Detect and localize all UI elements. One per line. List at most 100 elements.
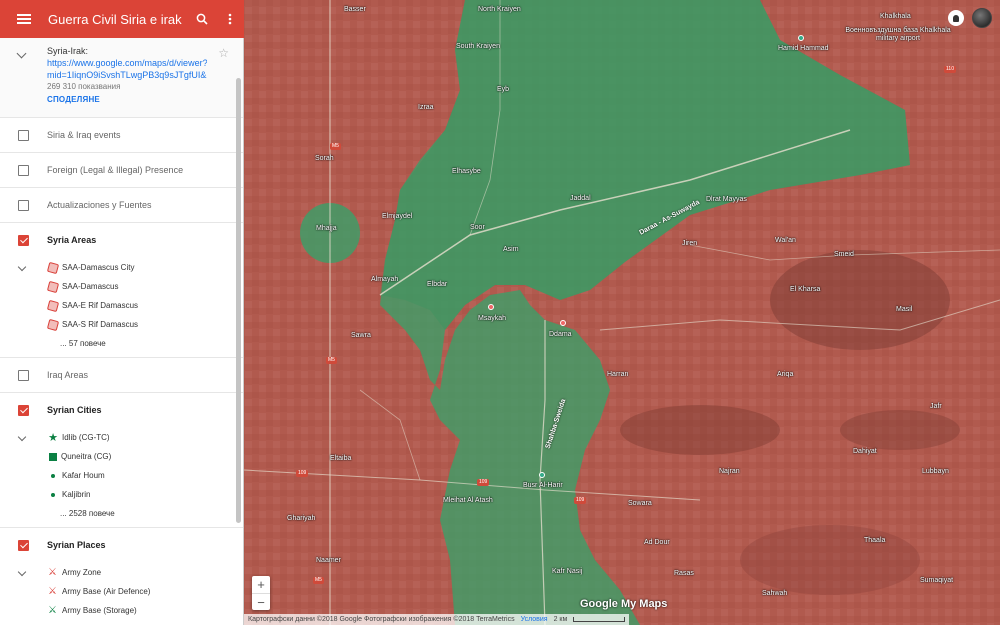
list-item[interactable]: Kaljibrin bbox=[0, 485, 243, 504]
menu-icon[interactable] bbox=[0, 0, 48, 38]
map-label-sumaqiyat: Sumaqiyat bbox=[920, 577, 954, 584]
layer-syrian-cities[interactable]: Syrian Cities bbox=[0, 393, 243, 428]
map-label-thaala: Thaala bbox=[864, 537, 886, 544]
map-label-jaddal: Jaddal bbox=[570, 195, 591, 202]
share-button[interactable]: СПОДЕЛЯНЕ bbox=[47, 95, 243, 104]
list-item[interactable]: SAA-S Rif Damascus bbox=[0, 315, 243, 334]
list-item[interactable]: Kafar Houm bbox=[0, 466, 243, 485]
show-more-link[interactable]: ... 2528 повече bbox=[0, 504, 243, 523]
square-icon bbox=[49, 452, 57, 461]
layer-siria-iraq-events[interactable]: Siria & Iraq events bbox=[0, 118, 243, 153]
zoom-control: + − bbox=[252, 576, 270, 610]
map-label-khalkhala: Khalkhala bbox=[880, 13, 911, 20]
item-label: SAA-S Rif Damascus bbox=[62, 320, 139, 329]
layer-iraq-areas[interactable]: Iraq Areas bbox=[0, 358, 243, 393]
star-icon[interactable]: ☆ bbox=[218, 46, 229, 60]
map-label-mhajja: Mhajja bbox=[316, 225, 337, 232]
list-item[interactable]: ★ Idlib (CG-TC) bbox=[0, 428, 243, 447]
map-label-airport: Военновъздушна база Khalkhala military a… bbox=[845, 27, 951, 42]
list-item[interactable]: ⚔ Army Base (Air Defence) bbox=[0, 582, 243, 601]
syria-areas-list: SAA-Damascus City SAA-Damascus SAA-E Rif… bbox=[0, 258, 243, 358]
map-label-msaykah: Msaykah bbox=[478, 315, 507, 322]
map-pin-busra[interactable] bbox=[539, 472, 545, 478]
map-label-sowara: Sowara bbox=[628, 500, 652, 507]
layer-checkbox[interactable] bbox=[18, 405, 29, 416]
layer-name: Foreign (Legal & Illegal) Presence bbox=[47, 165, 184, 175]
list-item[interactable]: SAA-Damascus bbox=[0, 277, 243, 296]
map-pin-hamid[interactable] bbox=[798, 35, 804, 41]
map-title: Guerra Civil Siria e irak bbox=[48, 11, 182, 27]
layer-checkbox[interactable] bbox=[18, 130, 29, 141]
scale-label[interactable]: 2 км bbox=[554, 616, 568, 623]
layer-checkbox[interactable] bbox=[18, 370, 29, 381]
polygon-icon bbox=[46, 299, 60, 312]
item-label: Army Base (Storage) bbox=[62, 606, 137, 615]
zoom-in-button[interactable]: + bbox=[252, 576, 270, 593]
zoom-out-button[interactable]: − bbox=[252, 593, 270, 610]
chevron-down-icon[interactable] bbox=[16, 48, 27, 59]
layer-actualizaciones[interactable]: Actualizaciones y Fuentes bbox=[0, 188, 243, 223]
road-shield: M5 bbox=[330, 143, 341, 150]
show-more-link[interactable]: ... 57 повече bbox=[0, 334, 243, 353]
map-label-elkharsa: El Kharsa bbox=[790, 286, 821, 293]
map-label-naamer: Naamer bbox=[316, 557, 341, 564]
road-shield: M5 bbox=[326, 357, 337, 364]
road-shield: 109 bbox=[574, 497, 587, 504]
map-label-najran: Najran bbox=[719, 468, 740, 475]
map-label-soor: Soor bbox=[470, 224, 485, 231]
map-label-smeid: Smeid bbox=[834, 251, 854, 258]
layer-syria-areas[interactable]: Syria Areas bbox=[0, 223, 243, 258]
map-attribution: Картографски данни ©2018 Google Фотограф… bbox=[244, 614, 630, 625]
item-label: ... 2528 повече bbox=[60, 509, 115, 518]
map-label-asim: Asim bbox=[503, 246, 519, 253]
layer-checkbox[interactable] bbox=[18, 165, 29, 176]
map-label-ariqa: Ariqa bbox=[777, 371, 794, 378]
map-label-elbdar: Elbdar bbox=[427, 281, 448, 288]
list-item[interactable]: ⚔ Army Base (Storage) bbox=[0, 601, 243, 620]
legend-panel: ☆ Syria-Irak: https://www.google.com/map… bbox=[0, 38, 244, 625]
google-mymaps-logo: Google My Maps bbox=[580, 598, 668, 610]
layer-checkbox[interactable] bbox=[18, 235, 29, 246]
map-label-almayah: Almayah bbox=[371, 276, 399, 283]
map-description-title: Syria-Irak: bbox=[47, 46, 89, 56]
dot-icon bbox=[51, 473, 55, 478]
attribution-text: Картографски данни ©2018 Google Фотограф… bbox=[248, 616, 515, 623]
scale-bar bbox=[573, 617, 626, 622]
layer-foreign-presence[interactable]: Foreign (Legal & Illegal) Presence bbox=[0, 153, 243, 188]
layer-checkbox[interactable] bbox=[18, 200, 29, 211]
map-label-dlrat-mayyas: Dlrat Mayyas bbox=[706, 196, 747, 203]
layer-checkbox[interactable] bbox=[18, 540, 29, 551]
item-label: Army Base (Air Defence) bbox=[62, 587, 151, 596]
scrollbar[interactable] bbox=[236, 78, 241, 523]
rifle-icon: ⚔ bbox=[48, 566, 57, 578]
list-item[interactable]: Quneitra (CG) bbox=[0, 447, 243, 466]
rifle-icon: ⚔ bbox=[48, 585, 57, 597]
star-icon: ★ bbox=[48, 431, 58, 444]
more-vert-icon[interactable] bbox=[216, 0, 244, 38]
map-label-eyb: Eyb bbox=[497, 86, 510, 93]
map-label-north-kraiyen: North Kraiyen bbox=[478, 6, 521, 13]
list-item[interactable]: SAA-Damascus City bbox=[0, 258, 243, 277]
notifications-icon[interactable] bbox=[948, 10, 964, 26]
map-label-south-kraiyen: South Kraiyen bbox=[456, 43, 500, 50]
list-item[interactable]: SAA-E Rif Damascus bbox=[0, 296, 243, 315]
map-pin-msaykah[interactable] bbox=[488, 304, 494, 310]
item-label: Kafar Houm bbox=[62, 471, 105, 480]
map-label-hamid: Hamid Hammad bbox=[778, 45, 829, 52]
list-item[interactable]: ⚔ Army Zone bbox=[0, 563, 243, 582]
map-label-harran: Harran bbox=[607, 371, 629, 378]
map-pin-ddama[interactable] bbox=[560, 320, 566, 326]
account-area bbox=[948, 8, 992, 28]
syrian-cities-list: ★ Idlib (CG-TC) Quneitra (CG) Kafar Houm … bbox=[0, 428, 243, 528]
layer-name: Siria & Iraq events bbox=[47, 130, 121, 140]
map-label-lubbayn: Lubbayn bbox=[922, 468, 949, 475]
terms-link[interactable]: Условия bbox=[521, 616, 548, 623]
layer-syrian-places[interactable]: Syrian Places bbox=[0, 528, 243, 563]
polygon-icon bbox=[46, 318, 60, 331]
search-icon[interactable] bbox=[188, 0, 216, 38]
map-label-sorah: Sorah bbox=[315, 155, 334, 162]
item-label: Army Zone bbox=[62, 568, 102, 577]
map-label-ddama: Ddama bbox=[549, 331, 572, 338]
avatar[interactable] bbox=[972, 8, 992, 28]
map-description-link[interactable]: https://www.google.com/maps/d/viewer?mid… bbox=[47, 57, 207, 81]
